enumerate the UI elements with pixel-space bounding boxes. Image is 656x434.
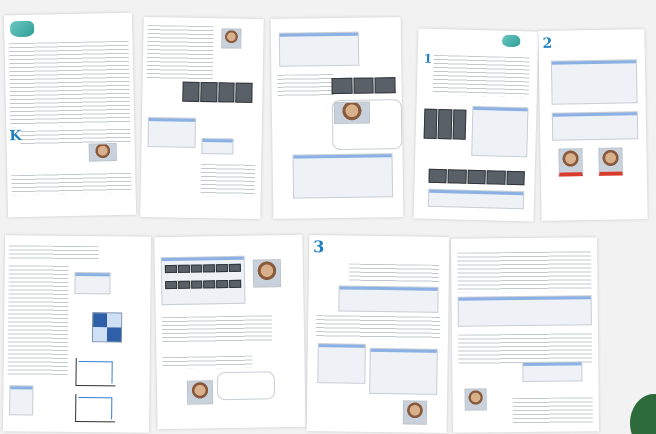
page-8-notes bbox=[315, 315, 441, 339]
page-4-image-grid bbox=[423, 108, 467, 140]
page-9-body-text bbox=[457, 251, 592, 293]
page-5-prediction-photo-2 bbox=[598, 147, 623, 176]
page-2-notes bbox=[200, 163, 256, 197]
page-7 bbox=[154, 234, 306, 430]
page-9-title bbox=[454, 240, 594, 245]
page-9-notes bbox=[457, 333, 593, 365]
page-3-title bbox=[274, 20, 398, 26]
page-4-mask-image bbox=[502, 34, 521, 48]
page-5: 2 bbox=[538, 29, 648, 221]
page-8-screenshot-3 bbox=[369, 347, 438, 395]
loss-plot bbox=[75, 393, 116, 423]
page-3 bbox=[270, 17, 404, 219]
page-1-section-text bbox=[11, 172, 132, 196]
page-7-photo-2 bbox=[186, 380, 214, 405]
page-8-body-text bbox=[348, 263, 439, 283]
page-2-body-text bbox=[146, 25, 214, 81]
page-7-callout bbox=[216, 371, 276, 401]
page-9-screenshot bbox=[457, 295, 592, 327]
page-3-image-strip bbox=[331, 77, 396, 95]
page-1-portrait bbox=[88, 143, 117, 162]
page-7-notes bbox=[161, 315, 273, 344]
page-4-screenshot bbox=[471, 105, 529, 158]
page-6-screenshot bbox=[9, 385, 34, 416]
page-9-photo bbox=[464, 388, 487, 411]
page-1-body-text bbox=[8, 40, 131, 128]
corner-decoration bbox=[630, 394, 656, 434]
page-1: K bbox=[3, 12, 137, 218]
page-3-callout bbox=[331, 99, 403, 151]
page-6-text bbox=[7, 265, 69, 376]
page-6 bbox=[2, 235, 152, 433]
page-2 bbox=[140, 16, 264, 220]
page-7-title bbox=[157, 238, 299, 244]
page-6-body-text bbox=[8, 245, 99, 261]
page-7-photo bbox=[252, 259, 282, 288]
page-3-screenshot bbox=[278, 31, 360, 67]
page-8: 3 bbox=[306, 235, 450, 433]
page-9-screenshot-2 bbox=[522, 361, 583, 383]
page-2-screenshot-2 bbox=[201, 137, 234, 155]
confusion-matrix bbox=[91, 312, 123, 343]
page-3-screenshot-2 bbox=[292, 153, 394, 199]
accuracy-plot bbox=[75, 357, 116, 387]
page-8-title bbox=[325, 238, 446, 244]
page-6-table bbox=[74, 271, 111, 295]
page-4-screenshot-2 bbox=[427, 188, 525, 210]
page-7-notes-2 bbox=[162, 355, 253, 370]
page-7-image-strip-2 bbox=[165, 279, 242, 290]
page-7-image-strip bbox=[164, 263, 241, 274]
page-3-body-text bbox=[277, 74, 334, 97]
page-8-screenshot-2 bbox=[317, 343, 366, 384]
page-8-photo bbox=[402, 400, 428, 425]
page-9-footer-text bbox=[512, 397, 593, 425]
page-5-screenshot bbox=[550, 59, 638, 105]
page-4-body-text bbox=[432, 54, 530, 98]
page-2-qr-image bbox=[221, 28, 242, 49]
page-5-title bbox=[556, 32, 641, 37]
page-8-screenshot bbox=[338, 285, 439, 313]
page-4-step-number: 1 bbox=[423, 51, 433, 66]
page-5-step-number: 2 bbox=[542, 35, 553, 52]
page-4: 1 bbox=[413, 28, 539, 222]
page-8-step-number: 3 bbox=[313, 237, 325, 257]
page-5-screenshot-2 bbox=[551, 111, 639, 141]
page-6-title bbox=[8, 238, 148, 243]
page-4-image-strip bbox=[428, 168, 525, 186]
page-2-screenshot bbox=[147, 117, 197, 148]
page-5-prediction-photo bbox=[558, 148, 583, 177]
page-9 bbox=[450, 237, 600, 433]
page-2-image-grid bbox=[182, 81, 253, 103]
face-mask-image bbox=[10, 20, 35, 38]
